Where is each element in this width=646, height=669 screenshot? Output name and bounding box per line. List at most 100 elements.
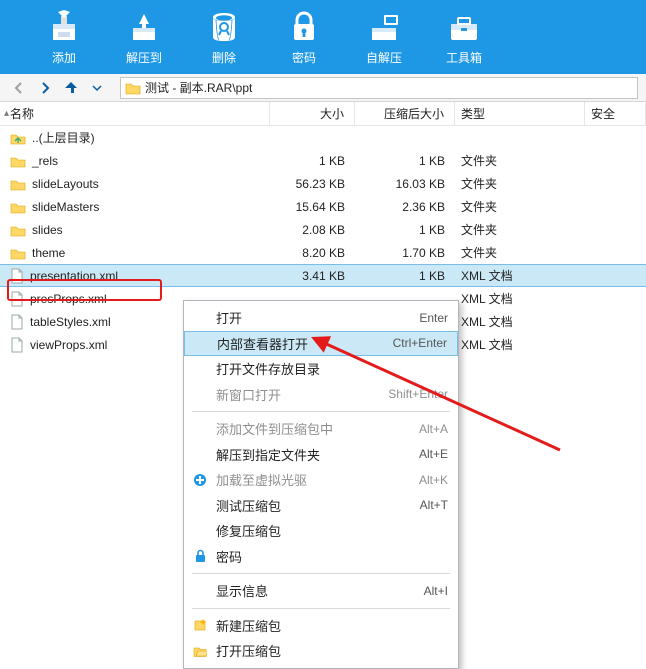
menu-item-shortcut: Alt+A [419,422,448,436]
file-compressed-size: 2.36 KB [402,200,445,214]
menu-item-shortcut: Alt+T [420,498,448,512]
path-input[interactable]: 测试 - 副本.RAR\ppt [120,77,638,99]
menu-item-label: 内部查看器打开 [217,334,393,353]
lock-icon [190,549,210,563]
menu-item-label: 解压到指定文件夹 [216,445,419,464]
menu-item-shortcut: Alt+E [419,447,448,461]
folder-icon [10,154,26,168]
menu-item[interactable]: 修复压缩包 [184,518,458,544]
table-row[interactable]: slides 2.08 KB 1 KB 文件夹 [0,218,646,241]
file-icon [10,291,24,307]
delete-label: 删除 [212,49,236,66]
file-name: slideMasters [32,200,99,214]
menu-item-label: 添加文件到压缩包中 [216,419,419,438]
file-icon [10,337,24,353]
sfx-icon [366,8,402,45]
menu-item[interactable]: 打开压缩包 [184,638,458,664]
column-compressed[interactable]: 压缩后大小 [355,102,455,125]
menu-item: 添加文件到压缩包中Alt+A [184,416,458,442]
table-row[interactable]: slideMasters 15.64 KB 2.36 KB 文件夹 [0,195,646,218]
table-row[interactable]: _rels1 KB1 KB文件夹 [0,149,646,172]
extract-label: 解压到 [126,49,162,66]
menu-item-label: 显示信息 [216,581,424,600]
nav-dropdown-button[interactable] [86,78,108,98]
context-menu: 打开Enter内部查看器打开Ctrl+Enter打开文件存放目录新窗口打开Shi… [183,300,459,669]
table-row[interactable]: slideLayouts56.23 KB16.03 KB文件夹 [0,172,646,195]
file-type: 文件夹 [461,221,497,238]
nav-up-button[interactable] [60,78,82,98]
menu-item: 加载至虚拟光驱Alt+K [184,467,458,493]
table-row[interactable]: theme8.20 KB1.70 KB文件夹 [0,241,646,264]
file-type: XML 文档 [461,267,513,284]
file-type: 文件夹 [461,244,497,261]
menu-item-label: 修复压缩包 [216,521,448,540]
folder-icon [125,81,141,95]
menu-item: 新窗口打开Shift+Enter [184,382,458,408]
menu-item[interactable]: 密码 [184,544,458,570]
column-size[interactable]: 大小 [270,102,355,125]
file-size: 15.64 KB [296,200,345,214]
open-icon [190,644,210,658]
lock-icon [288,8,320,45]
file-name: theme [32,246,65,260]
plus-icon [190,473,210,487]
file-compressed-size: 1 KB [419,223,445,237]
menu-item[interactable]: 测试压缩包Alt+T [184,493,458,519]
folder-up-icon [10,131,26,145]
file-name: viewProps.xml [30,338,107,352]
trash-icon [207,8,241,45]
toolbox-icon [446,8,482,45]
password-button[interactable]: 密码 [264,8,344,66]
sfx-button[interactable]: 自解压 [344,8,424,66]
file-compressed-size: 1.70 KB [402,246,445,260]
extract-icon [125,8,163,45]
file-size: 1 KB [319,154,345,168]
add-button[interactable]: 添加 [24,8,104,66]
file-icon [10,268,24,284]
toolbox-button[interactable]: 工具箱 [424,8,504,66]
navigation-bar: 测试 - 副本.RAR\ppt [0,74,646,102]
folder-icon [10,177,26,191]
sort-asc-icon: ▴ [4,108,9,119]
table-row[interactable]: presentation.xml3.41 KB1 KBXML 文档 [0,264,646,287]
menu-item[interactable]: 打开文件存放目录 [184,356,458,382]
menu-item-label: 打开 [216,308,419,327]
extract-button[interactable]: 解压到 [104,8,184,66]
column-safe[interactable]: 安全 [585,102,646,125]
menu-item-label: 测试压缩包 [216,496,420,515]
menu-item-label: 打开文件存放目录 [216,359,448,378]
file-type: XML 文档 [461,290,513,307]
column-name[interactable]: ▴ 名称 [0,102,270,125]
folder-icon [10,223,26,237]
menu-separator [192,608,450,609]
file-size: 2.08 KB [302,223,345,237]
file-name: presProps.xml [30,292,107,306]
menu-item-shortcut: Enter [419,311,448,325]
menu-item-shortcut: Shift+Enter [388,387,448,401]
nav-forward-button[interactable] [34,78,56,98]
toolbox-label: 工具箱 [446,49,482,66]
menu-item[interactable]: 打开Enter [184,305,458,331]
file-name: ..(上层目录) [32,129,95,146]
file-name: _rels [32,154,58,168]
menu-item[interactable]: 显示信息Alt+I [184,578,458,604]
folder-icon [10,246,26,260]
column-type[interactable]: 类型 [455,102,585,125]
menu-item[interactable]: 新建压缩包 [184,613,458,639]
nav-back-button[interactable] [8,78,30,98]
file-type: 文件夹 [461,198,497,215]
file-size: 56.23 KB [296,177,345,191]
menu-item-shortcut: Alt+K [419,473,448,487]
menu-item[interactable]: 内部查看器打开Ctrl+Enter [184,331,458,357]
file-compressed-size: 1 KB [419,154,445,168]
file-type: 文件夹 [461,175,497,192]
menu-item-label: 密码 [216,547,448,566]
menu-item-label: 打开压缩包 [216,641,448,660]
file-type: XML 文档 [461,313,513,330]
delete-button[interactable]: 删除 [184,8,264,66]
menu-item[interactable]: 解压到指定文件夹Alt+E [184,442,458,468]
column-headers: ▴ 名称 大小 压缩后大小 类型 安全 [0,102,646,126]
file-name: slides [32,223,63,237]
menu-item-label: 新窗口打开 [216,385,388,404]
table-row[interactable]: ..(上层目录) [0,126,646,149]
